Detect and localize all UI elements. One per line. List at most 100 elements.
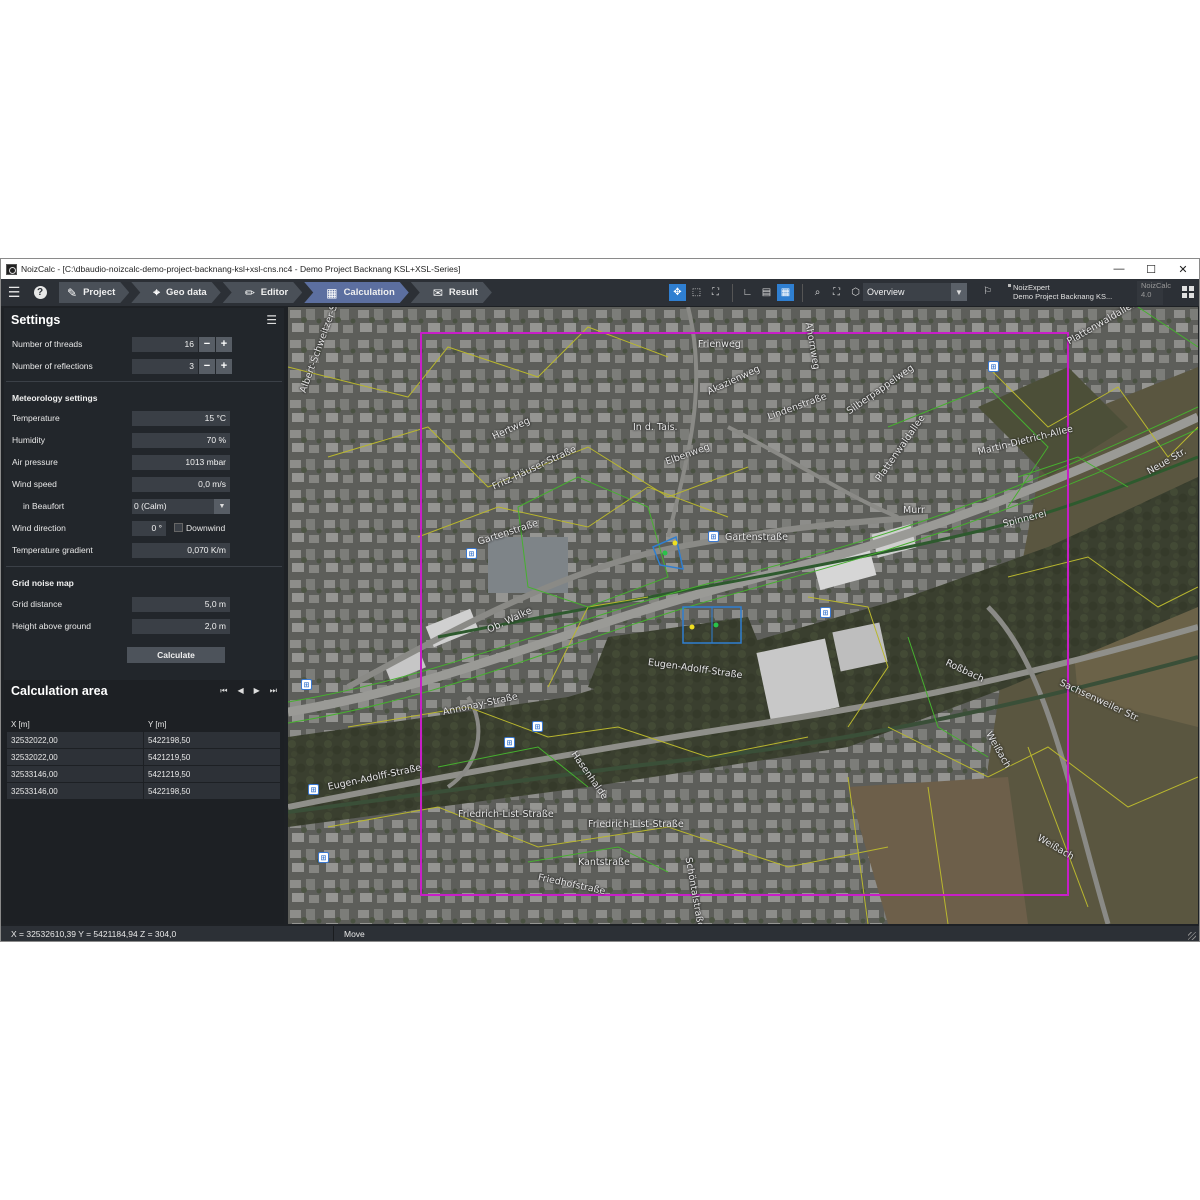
first-record-icon[interactable]: ⏮ bbox=[220, 686, 227, 696]
wind-direction-row: Wind direction 0 ° Downwind bbox=[12, 520, 282, 536]
map-canvas[interactable] bbox=[288, 307, 1198, 924]
height-label: Height above ground bbox=[12, 621, 91, 631]
workflow-tabs: ✎ Project ⌖ Geo data ✏ Editor ▦ Calculation … bbox=[59, 282, 494, 303]
version-line2: 4.0 bbox=[1141, 290, 1152, 299]
move-tool-icon[interactable]: ✥ bbox=[669, 284, 686, 301]
help-icon[interactable]: ? bbox=[27, 279, 53, 306]
bus-stop-icon: ⊞ bbox=[988, 361, 999, 372]
cell-y[interactable]: 5421219,50 bbox=[144, 749, 280, 765]
toolbar-separator bbox=[802, 283, 803, 302]
toolbar-separator bbox=[732, 283, 733, 302]
tool-mode: Move bbox=[344, 929, 365, 939]
reflections-decrement-button[interactable]: − bbox=[199, 358, 215, 374]
threads-decrement-button[interactable]: − bbox=[199, 336, 215, 352]
flag-icon[interactable]: ⚐ bbox=[983, 286, 992, 297]
view-select-value: Overview bbox=[867, 287, 905, 297]
downwind-checkbox[interactable] bbox=[174, 523, 183, 532]
map-viewport[interactable]: Frienweg Akazienweg In d. Tais. Hertweg … bbox=[288, 307, 1198, 924]
grid-distance-row: Grid distance 5,0 m bbox=[12, 596, 282, 612]
axis-tool-icon[interactable]: ∟ bbox=[739, 284, 756, 301]
wind-direction-input[interactable]: 0 ° bbox=[132, 520, 166, 536]
cell-y[interactable]: 5422198,50 bbox=[144, 783, 280, 799]
temperature-input[interactable]: 15 °C bbox=[132, 410, 230, 426]
table-row[interactable]: 32533146,00 5421219,50 bbox=[7, 766, 280, 782]
calculate-button[interactable]: Calculate bbox=[127, 647, 225, 663]
height-input[interactable]: 2,0 m bbox=[132, 618, 230, 634]
air-pressure-label: Air pressure bbox=[12, 457, 58, 467]
zoom-icon[interactable]: ⌕ bbox=[809, 284, 826, 301]
select-tool-icon[interactable]: ⬚ bbox=[688, 284, 705, 301]
apps-grid-icon[interactable] bbox=[1182, 286, 1194, 298]
main-toolbar: ☰ ? ✎ Project ⌖ Geo data ✏ Editor ▦ Calculat… bbox=[1, 279, 1199, 306]
table-row[interactable]: 32533146,00 5422198,50 bbox=[7, 783, 280, 799]
cell-x[interactable]: 32533146,00 bbox=[7, 783, 144, 799]
temp-gradient-input[interactable]: 0,070 K/m bbox=[132, 542, 230, 558]
bus-stop-icon: ⊞ bbox=[532, 721, 543, 732]
marquee-tool-icon[interactable]: ⛶ bbox=[707, 284, 724, 301]
tab-result-label: Result bbox=[448, 287, 478, 298]
cell-x[interactable]: 32532022,00 bbox=[7, 732, 144, 748]
resize-grip-icon[interactable] bbox=[1188, 932, 1196, 940]
cell-x[interactable]: 32532022,00 bbox=[7, 749, 144, 765]
grid-distance-input[interactable]: 5,0 m bbox=[132, 596, 230, 612]
noizcalc-window: NoizCalc - [C:\dbaudio-noizcalc-demo-pro… bbox=[0, 258, 1200, 942]
air-pressure-input[interactable]: 1013 mbar bbox=[132, 454, 230, 470]
table-row[interactable]: 32532022,00 5422198,50 bbox=[7, 732, 280, 748]
minimize-button[interactable]: — bbox=[1103, 259, 1135, 279]
3d-view-icon[interactable]: ⬡ bbox=[847, 284, 864, 301]
receiver-point[interactable] bbox=[672, 540, 678, 546]
last-record-icon[interactable]: ⏭ bbox=[270, 686, 277, 696]
menu-icon[interactable]: ☰ bbox=[1, 279, 27, 306]
project-info-line2: Demo Project Backnang KS... bbox=[1013, 292, 1113, 301]
tab-project[interactable]: ✎ Project bbox=[59, 282, 129, 303]
chevron-down-icon[interactable]: ▼ bbox=[951, 283, 967, 301]
fit-view-icon[interactable]: ⛶ bbox=[828, 284, 845, 301]
divider bbox=[6, 566, 282, 567]
tab-calculation[interactable]: ▦ Calculation bbox=[304, 282, 409, 303]
reflections-row: Number of reflections 3 − + bbox=[12, 358, 282, 374]
status-bar: X = 32532610,39 Y = 5421184,94 Z = 304,0… bbox=[1, 926, 1199, 941]
source-point[interactable] bbox=[662, 550, 668, 556]
wind-direction-label: Wind direction bbox=[12, 523, 66, 533]
bus-stop-icon: ⊞ bbox=[466, 548, 477, 559]
temperature-label: Temperature bbox=[12, 413, 60, 423]
table-header: X [m] Y [m] bbox=[7, 716, 280, 732]
grid-noise-map-title: Grid noise map bbox=[12, 578, 74, 588]
tab-geo-data[interactable]: ⌖ Geo data bbox=[131, 282, 220, 303]
temperature-row: Temperature 15 °C bbox=[12, 410, 282, 426]
grid-tool-icon[interactable]: ▦ bbox=[777, 284, 794, 301]
street-label: Friedrich-List-Straße bbox=[458, 809, 554, 820]
settings-menu-icon[interactable]: ☰ bbox=[266, 313, 277, 327]
close-button[interactable]: ✕ bbox=[1167, 259, 1199, 279]
project-icon bbox=[1008, 284, 1011, 287]
version-line1: NoizCalc bbox=[1141, 281, 1172, 290]
humidity-input[interactable]: 70 % bbox=[132, 432, 230, 448]
threads-increment-button[interactable]: + bbox=[216, 336, 232, 352]
reflections-increment-button[interactable]: + bbox=[216, 358, 232, 374]
beaufort-select[interactable]: 0 (Calm) ▼ bbox=[132, 498, 230, 514]
map-tools: ✥ ⬚ ⛶ ∟ ▤ ▦ ⌕ ⛶ ⬡ bbox=[669, 279, 866, 306]
beaufort-row: in Beaufort 0 (Calm) ▼ bbox=[12, 498, 282, 514]
reflections-input[interactable]: 3 bbox=[132, 358, 198, 374]
wind-speed-input[interactable]: 0,0 m/s bbox=[132, 476, 230, 492]
table-row[interactable]: 32532022,00 5421219,50 bbox=[7, 749, 280, 765]
chevron-down-icon[interactable]: ▼ bbox=[214, 498, 230, 514]
reflections-label: Number of reflections bbox=[12, 361, 93, 371]
maximize-button[interactable]: ☐ bbox=[1135, 259, 1167, 279]
window-title: NoizCalc - [C:\dbaudio-noizcalc-demo-pro… bbox=[21, 264, 461, 274]
threads-input[interactable]: 16 bbox=[132, 336, 198, 352]
view-select[interactable]: Overview ▼ bbox=[863, 283, 967, 301]
record-navigation: ⏮ ◀ ▶ ⏭ bbox=[220, 686, 277, 696]
tab-editor[interactable]: ✏ Editor bbox=[223, 282, 303, 303]
bus-stop-icon: ⊞ bbox=[301, 679, 312, 690]
receiver-point[interactable] bbox=[689, 624, 695, 630]
tab-result[interactable]: ✉ Result bbox=[411, 282, 492, 303]
next-record-icon[interactable]: ▶ bbox=[254, 686, 260, 696]
chart-tool-icon[interactable]: ▤ bbox=[758, 284, 775, 301]
source-point[interactable] bbox=[713, 622, 719, 628]
cell-x[interactable]: 32533146,00 bbox=[7, 766, 144, 782]
cell-y[interactable]: 5422198,50 bbox=[144, 732, 280, 748]
cell-y[interactable]: 5421219,50 bbox=[144, 766, 280, 782]
settings-header: Settings ☰ bbox=[4, 308, 284, 332]
previous-record-icon[interactable]: ◀ bbox=[237, 686, 243, 696]
